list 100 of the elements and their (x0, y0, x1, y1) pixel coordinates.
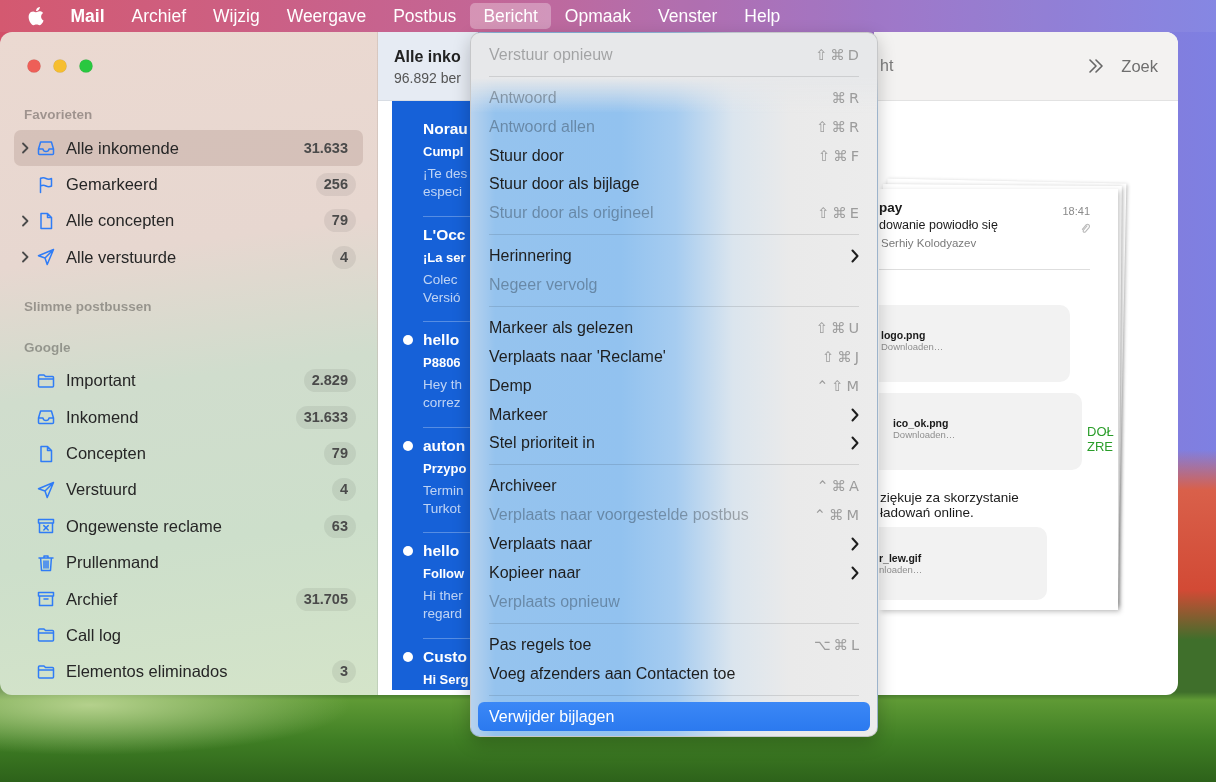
menu-item[interactable]: Stel prioriteit in (478, 428, 870, 458)
unread-count: 4 (331, 245, 356, 269)
disclosure-chevron-icon[interactable] (21, 251, 29, 264)
message-subject: Cumpl (423, 143, 464, 161)
paper-plane-icon (36, 479, 56, 500)
disclosure-chevron-icon[interactable] (21, 142, 29, 155)
side-text: DOŁ ZRE (1087, 424, 1114, 454)
toolbar-title: ht (880, 57, 894, 75)
message-subject: Follow (423, 565, 465, 583)
message-subject: Hi Serg (423, 670, 469, 689)
attachment-tile[interactable]: ico_ok.png Downloaden… (879, 393, 1082, 470)
sidebar-item[interactable]: Prullenmand (14, 544, 363, 581)
menu-item[interactable]: Verplaats naar (478, 529, 870, 559)
attachment-tile[interactable]: r_lew.gif nloaden… (879, 527, 1047, 600)
menu-bar-item[interactable]: Venster (644, 3, 731, 29)
menu-item[interactable]: Pas regels toe ⌥⌘L (478, 630, 870, 660)
menu-item[interactable]: Stuur door als bijlage (478, 170, 870, 199)
sender-name: hello (423, 541, 460, 561)
menu-bar-item[interactable]: Help (730, 3, 794, 29)
download-status: nloaden… (879, 564, 923, 575)
unread-count: 3 (331, 660, 356, 684)
keyboard-shortcut: ⇧⌘J (822, 348, 862, 365)
message-preview: Termin (423, 481, 464, 500)
recipient-name: Serhiy Kolodyazev (880, 236, 977, 251)
keyboard-shortcut: ⌥⌘L (813, 636, 862, 653)
sidebar-item[interactable]: Alle inkomende 31.633 (14, 130, 363, 167)
unread-count: 256 (315, 173, 356, 197)
message-preview: Colec (423, 270, 458, 289)
sidebar-item[interactable]: Ongewenste reclame 63 (14, 508, 363, 545)
message-preview: Hey th (423, 376, 463, 394)
menu-item[interactable]: Markeer als gelezen ⇧⌘U (478, 313, 870, 343)
file-name: ico_ok.png (893, 417, 949, 429)
message-time: 18:41 (1062, 205, 1090, 217)
sidebar-item[interactable]: Call log (14, 617, 363, 654)
file-name: logo.png (881, 329, 926, 341)
sender-name: hello (423, 330, 460, 350)
disclosure-chevron-icon[interactable] (21, 214, 29, 227)
sender-name: pay (879, 199, 903, 215)
message-preview: regard (423, 605, 463, 623)
keyboard-shortcut: ⌘R (831, 90, 862, 106)
unread-count: 31.633 (302, 138, 349, 158)
section-header: Google (23, 338, 71, 357)
body-text: ziękuje za skorzystanie ładowań online. (879, 489, 1019, 520)
sidebar-item[interactable]: Concepten 79 (14, 435, 363, 472)
unread-count: 79 (323, 442, 356, 466)
menu-item[interactable]: Archiveer ⌃⌘A (478, 472, 870, 501)
keyboard-shortcut: ⇧⌘R (816, 118, 862, 135)
sidebar-item[interactable]: Gemarkeerd 256 (14, 166, 363, 203)
message-preview: especi (423, 183, 463, 201)
sidebar-item[interactable]: Alle verstuurde 4 (14, 239, 363, 276)
sidebar-item[interactable]: Important 2.829 (14, 362, 363, 399)
apple-icon[interactable] (27, 5, 44, 27)
unread-count: 63 (323, 514, 356, 538)
sender-name: L'Occ (423, 224, 466, 245)
menu-item[interactable]: Stuur door ⇧⌘F (478, 141, 870, 170)
paper-plane-icon (36, 247, 56, 268)
menu-bar-item[interactable]: Postbus (379, 3, 470, 29)
paperclip-icon (1080, 222, 1090, 234)
message-preview: ¡Te des (423, 165, 468, 183)
message-preview: correz (423, 394, 461, 412)
message-preview: Hi ther (423, 587, 463, 605)
trash-icon (36, 552, 56, 573)
message-preview: Versió (423, 288, 461, 307)
mailbox-title: Alle inko (394, 47, 461, 67)
menu-item[interactable]: Markeer (478, 400, 870, 429)
sender-name: Custo (423, 646, 467, 667)
menu-bar-item[interactable]: Mail (57, 3, 119, 29)
sender-name: Norau (423, 119, 468, 139)
attachment-tile[interactable]: logo.png Downloaden… (879, 305, 1070, 382)
keyboard-shortcut: ⌃⌘M (813, 507, 862, 524)
unread-count: 2.829 (303, 369, 356, 393)
unread-count: 79 (323, 209, 356, 233)
keyboard-shortcut: ⇧⌘U (815, 320, 862, 337)
search-button[interactable]: Zoek (1121, 56, 1158, 76)
menu-item[interactable]: Voeg afzenders aan Contacten toe (478, 659, 870, 688)
sidebar-item[interactable]: Inkomend 31.633 (14, 398, 363, 436)
sidebar-item[interactable]: Verstuurd 4 (14, 471, 363, 509)
menu-item[interactable]: Herinnering (478, 241, 870, 271)
sidebar-item[interactable]: Elementos eliminados 3 (14, 653, 363, 691)
unread-count: 31.705 (295, 587, 356, 611)
menu-bar-item[interactable]: Wijzig (199, 3, 274, 29)
sidebar-item[interactable]: Alle concepten 79 (14, 202, 363, 240)
keyboard-shortcut: ⇧⌘E (817, 205, 862, 222)
menu-item[interactable]: Kopieer naar (478, 558, 870, 588)
message-subject: ¡La ser (423, 248, 466, 267)
menu-item[interactable]: Demp ⌃⇧M (478, 371, 870, 401)
double-chevron-icon[interactable] (1088, 59, 1105, 73)
keyboard-shortcut: ⇧⌘D (815, 46, 862, 63)
menu-item[interactable]: Verplaats naar 'Reclame' ⇧⌘J (478, 342, 870, 372)
menu-bar-item[interactable]: Archief (118, 3, 200, 29)
download-status: Downloaden… (893, 429, 956, 440)
menu-bar-item[interactable]: Opmaak (551, 3, 645, 29)
section-header: Slimme postbussen (23, 297, 152, 316)
menu-item[interactable]: Verwijder bijlagen (478, 702, 870, 731)
message-subject: dowanie powiodło się (879, 218, 998, 232)
unread-count: 31.633 (295, 405, 356, 429)
menu-bar-item[interactable]: Weergave (273, 3, 380, 29)
unread-count: 4 (331, 478, 356, 502)
keyboard-shortcut: ⇧⌘F (818, 147, 862, 164)
sidebar-item[interactable]: Archief 31.705 (14, 580, 363, 618)
